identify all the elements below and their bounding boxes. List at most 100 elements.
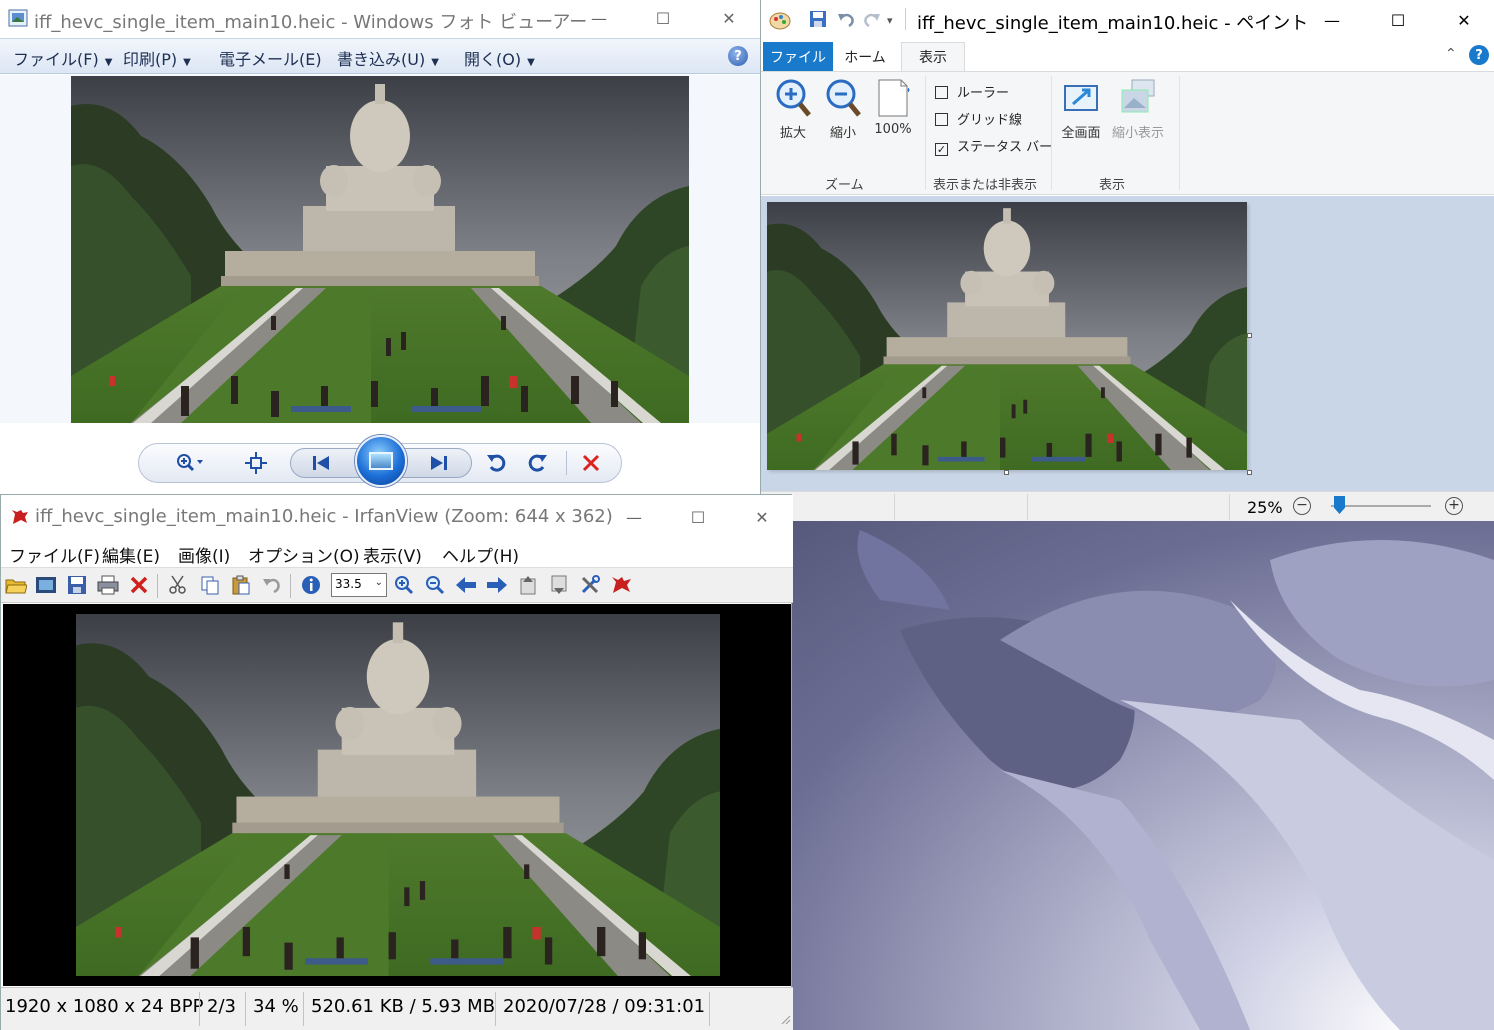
qat-separator xyxy=(905,8,906,30)
ruler-checkbox[interactable]: ルーラー xyxy=(935,82,1009,101)
slideshow-film-icon[interactable] xyxy=(35,574,57,596)
irfan-cat-icon[interactable] xyxy=(611,574,633,596)
minimize-button[interactable]: — xyxy=(576,0,622,36)
menu-help[interactable]: ヘルプ(H) xyxy=(442,542,519,567)
irfan-image-canvas[interactable] xyxy=(3,604,791,986)
ribbon-panel: 拡大 縮小 100% ズーム ルーラー グリッド線 ✓ ステータス バー 表示また… xyxy=(761,71,1494,195)
undo-arrow-icon[interactable] xyxy=(261,574,283,596)
display-group-label: 表示 xyxy=(1099,178,1126,193)
paste-icon[interactable] xyxy=(230,574,252,596)
gridlines-checkbox[interactable]: グリッド線 xyxy=(935,109,1022,128)
paint-workspace[interactable] xyxy=(761,196,1494,491)
help-icon[interactable]: ? xyxy=(728,46,748,66)
tab-home[interactable]: ホーム xyxy=(837,42,893,71)
zoom-out-icon[interactable] xyxy=(424,574,446,596)
status-separator xyxy=(1229,494,1230,520)
next-arrow-icon[interactable] xyxy=(486,574,508,596)
open-folder-icon[interactable] xyxy=(5,574,27,596)
irfan-toolbar: 33.5 ⌄ xyxy=(1,567,793,603)
chevron-down-icon: ▼ xyxy=(183,57,191,68)
previous-arrow-icon[interactable] xyxy=(455,574,477,596)
zoom-in-button[interactable]: 拡大 xyxy=(773,78,813,141)
photo-viewer-canvas[interactable] xyxy=(0,75,762,423)
zoom-combobox[interactable]: 33.5 ⌄ xyxy=(331,573,387,597)
toolbar-separator xyxy=(157,574,158,598)
zoom-out-button[interactable]: 縮小 xyxy=(823,78,863,141)
settings-tools-icon[interactable] xyxy=(579,574,601,596)
thumbnail-button[interactable]: 縮小表示 xyxy=(1107,78,1169,141)
collapse-ribbon-icon[interactable]: ⌃ xyxy=(1445,46,1457,62)
paint-titlebar[interactable]: ▾ iff_hevc_single_item_main10.heic - ペイン… xyxy=(761,0,1494,40)
redo-icon[interactable] xyxy=(863,10,881,32)
slideshow-button[interactable] xyxy=(355,435,407,487)
photo-viewer-titlebar[interactable]: iff_hevc_single_item_main10.heic - Windo… xyxy=(0,0,762,38)
menu-open[interactable]: 開く(O) ▼ xyxy=(464,46,535,70)
statusbar-checkbox[interactable]: ✓ ステータス バー xyxy=(935,136,1052,156)
actual-size-icon[interactable] xyxy=(244,451,268,475)
irfanview-window[interactable]: iff_hevc_single_item_main10.heic - Irfan… xyxy=(0,494,793,1030)
fullscreen-button[interactable]: 全画面 xyxy=(1057,78,1105,141)
zoom-100-button[interactable]: 100% xyxy=(869,78,917,137)
skip-previous-icon[interactable] xyxy=(308,453,334,473)
rotate-left-icon[interactable] xyxy=(484,451,510,475)
delete-x-icon[interactable] xyxy=(128,574,150,596)
paint-app-icon xyxy=(769,10,791,34)
menu-burn[interactable]: 書き込み(U) ▼ xyxy=(337,46,439,70)
zoom-slider-track[interactable] xyxy=(1331,505,1431,507)
menu-print[interactable]: 印刷(P) ▼ xyxy=(123,46,191,70)
last-page-icon[interactable] xyxy=(548,574,570,596)
menu-file[interactable]: ファイル(F) ▼ xyxy=(13,46,112,70)
zoom-out-circle-button[interactable]: − xyxy=(1293,497,1311,515)
close-button[interactable]: ✕ xyxy=(739,499,785,535)
delete-button[interactable] xyxy=(578,450,604,476)
irfan-titlebar[interactable]: iff_hevc_single_item_main10.heic - Irfan… xyxy=(1,495,793,539)
photo-viewer-controls xyxy=(0,423,762,497)
menu-file[interactable]: ファイル(F) xyxy=(9,542,100,567)
resize-grip-icon[interactable] xyxy=(779,1011,791,1029)
menu-edit[interactable]: 編集(E) xyxy=(102,542,160,567)
ribbon-tabs: ファイル ホーム 表示 ⌃ ? xyxy=(761,40,1494,71)
menu-image[interactable]: 画像(I) xyxy=(178,542,230,567)
tab-file[interactable]: ファイル xyxy=(763,42,833,71)
window-title: iff_hevc_single_item_main10.heic - ペイント xyxy=(917,13,1309,34)
rotate-right-icon[interactable] xyxy=(524,451,550,475)
magnifier-plus-icon[interactable] xyxy=(172,451,208,475)
close-button[interactable]: ✕ xyxy=(1441,0,1487,40)
zoom-group-label: ズーム xyxy=(825,178,864,193)
save-icon[interactable] xyxy=(66,574,88,596)
maximize-button[interactable]: ☐ xyxy=(675,499,721,535)
maximize-button[interactable]: ☐ xyxy=(640,0,686,36)
zoom-in-circle-button[interactable]: + xyxy=(1445,497,1463,515)
print-icon[interactable] xyxy=(97,574,119,596)
cut-scissors-icon[interactable] xyxy=(167,574,189,596)
resize-handle-bottom[interactable] xyxy=(1004,470,1009,475)
help-icon[interactable]: ? xyxy=(1469,45,1489,65)
paint-window[interactable]: ▾ iff_hevc_single_item_main10.heic - ペイン… xyxy=(760,0,1494,521)
thumbnail-icon xyxy=(1120,78,1156,118)
paint-canvas-image[interactable] xyxy=(767,202,1247,470)
first-page-icon[interactable] xyxy=(517,574,539,596)
menu-view[interactable]: 表示(V) xyxy=(363,542,422,567)
menu-options[interactable]: オプション(O) xyxy=(248,542,360,567)
close-button[interactable]: ✕ xyxy=(706,0,752,36)
zoom-slider-thumb[interactable] xyxy=(1334,496,1345,514)
gridlines-label: グリッド線 xyxy=(957,113,1023,128)
menu-email[interactable]: 電子メール(E) xyxy=(219,46,322,70)
tab-view[interactable]: 表示 xyxy=(901,42,965,71)
customize-qat-icon[interactable]: ▾ xyxy=(887,14,893,27)
minimize-button[interactable]: — xyxy=(1309,0,1355,40)
resize-handle-right[interactable] xyxy=(1247,333,1252,338)
save-icon[interactable] xyxy=(809,10,827,32)
maximize-button[interactable]: ☐ xyxy=(1375,0,1421,40)
zoom-in-icon[interactable] xyxy=(393,574,415,596)
undo-icon[interactable] xyxy=(837,10,855,32)
copy-icon[interactable] xyxy=(199,574,221,596)
status-separator xyxy=(894,494,895,520)
slideshow-icon xyxy=(369,452,393,470)
info-icon[interactable] xyxy=(300,574,322,596)
photo-viewer-window[interactable]: iff_hevc_single_item_main10.heic - Windo… xyxy=(0,0,762,497)
paint-statusbar: 25% − + xyxy=(761,491,1494,521)
minimize-button[interactable]: — xyxy=(611,499,657,535)
resize-handle-corner[interactable] xyxy=(1247,470,1252,475)
skip-next-icon[interactable] xyxy=(426,453,452,473)
